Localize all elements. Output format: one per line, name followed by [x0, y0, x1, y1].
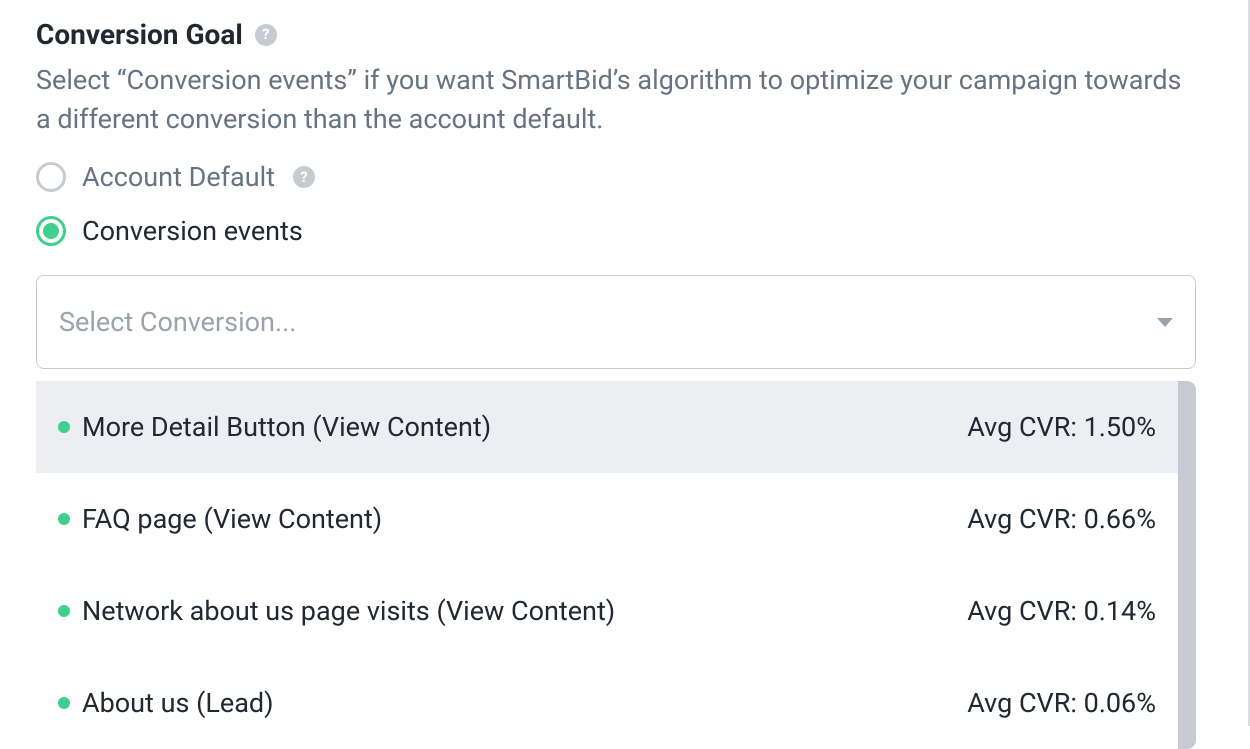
option-left: Network about us page visits (View Conte…: [58, 595, 615, 627]
option-label: More Detail Button (View Content): [82, 411, 491, 443]
status-dot-icon: [58, 513, 70, 525]
radio-group: Account Default ? Conversion events: [36, 161, 1212, 247]
option-cvr: Avg CVR: 1.50%: [967, 411, 1156, 443]
chevron-down-icon: [1157, 318, 1173, 327]
dropdown-option[interactable]: FAQ page (View Content) Avg CVR: 0.66%: [36, 473, 1178, 565]
option-left: More Detail Button (View Content): [58, 411, 491, 443]
radio-label: Account Default: [82, 161, 275, 193]
option-label: FAQ page (View Content): [82, 503, 382, 535]
select-placeholder: Select Conversion...: [59, 306, 296, 338]
radio-label: Conversion events: [82, 215, 303, 247]
conversion-dropdown: More Detail Button (View Content) Avg CV…: [36, 381, 1196, 749]
option-left: FAQ page (View Content): [58, 503, 382, 535]
status-dot-icon: [58, 697, 70, 709]
dropdown-option[interactable]: Network about us page visits (View Conte…: [36, 565, 1178, 657]
option-label: About us (Lead): [82, 687, 274, 719]
radio-conversion-events[interactable]: Conversion events: [36, 215, 1212, 247]
conversion-select[interactable]: Select Conversion...: [36, 275, 1196, 369]
dropdown-scroll-track[interactable]: More Detail Button (View Content) Avg CV…: [36, 381, 1196, 749]
status-dot-icon: [58, 605, 70, 617]
option-label: Network about us page visits (View Conte…: [82, 595, 615, 627]
option-cvr: Avg CVR: 0.06%: [967, 687, 1156, 719]
section-description: Select “Conversion events” if you want S…: [36, 61, 1196, 139]
help-icon[interactable]: ?: [255, 24, 277, 46]
dropdown-option[interactable]: More Detail Button (View Content) Avg CV…: [36, 381, 1178, 473]
section-title-row: Conversion Goal ?: [36, 18, 1212, 51]
radio-indicator-selected: [36, 216, 66, 246]
option-left: About us (Lead): [58, 687, 274, 719]
dropdown-option[interactable]: About us (Lead) Avg CVR: 0.06%: [36, 657, 1178, 749]
radio-indicator: [36, 162, 66, 192]
option-cvr: Avg CVR: 0.66%: [967, 503, 1156, 535]
status-dot-icon: [58, 421, 70, 433]
page-container: Conversion Goal ? Select “Conversion eve…: [0, 0, 1250, 726]
radio-account-default[interactable]: Account Default ?: [36, 161, 1212, 193]
help-icon[interactable]: ?: [293, 166, 315, 188]
section-title: Conversion Goal: [36, 18, 243, 51]
option-cvr: Avg CVR: 0.14%: [967, 595, 1156, 627]
